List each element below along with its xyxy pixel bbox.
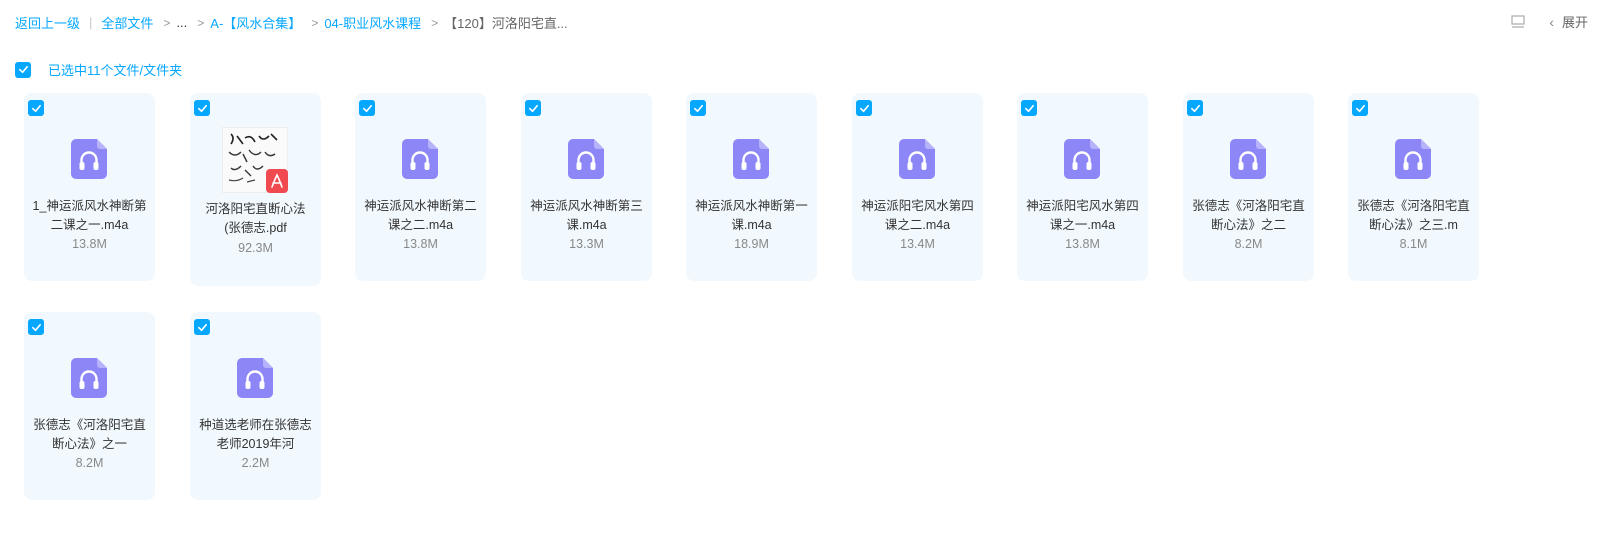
breadcrumb-folder-course[interactable]: 04-职业风水课程 xyxy=(324,13,421,32)
checkmark-icon xyxy=(859,104,869,112)
file-checkbox[interactable] xyxy=(856,100,872,116)
audio-file-icon xyxy=(71,358,107,398)
file-name[interactable]: 种道选老师在张德志老师2019年河 xyxy=(198,416,313,454)
selection-count: 已选中11个文件/文件夹 xyxy=(48,63,183,78)
file-checkbox[interactable] xyxy=(1021,100,1037,116)
file-checkbox[interactable] xyxy=(28,100,44,116)
checkmark-icon xyxy=(362,104,372,112)
audio-file-icon xyxy=(402,139,438,179)
breadcrumb-divider: | xyxy=(89,15,93,30)
file-size: 8.2M xyxy=(75,456,104,470)
pdf-icon xyxy=(266,169,288,193)
file-size: 13.8M xyxy=(1065,237,1100,251)
selection-bar: 已选中11个文件/文件夹 xyxy=(15,60,182,79)
file-card[interactable]: 张德志《河洛阳宅直断心法》之二 8.2M xyxy=(1183,93,1314,281)
file-checkbox[interactable] xyxy=(690,100,706,116)
audio-file-icon xyxy=(899,139,935,179)
file-card[interactable]: 神运派阳宅风水第四课之二.m4a 13.4M xyxy=(852,93,983,281)
file-name[interactable]: 神运派风水神断第三课.m4a xyxy=(529,197,644,235)
breadcrumb-ellipsis[interactable]: ... xyxy=(176,15,187,30)
file-name[interactable]: 神运派阳宅风水第四课之二.m4a xyxy=(860,197,975,235)
breadcrumb-arrow-icon: > xyxy=(163,15,171,30)
file-card[interactable]: 神运派风水神断第三课.m4a 13.3M xyxy=(521,93,652,281)
breadcrumb-all-files[interactable]: 全部文件 xyxy=(101,13,153,32)
file-card[interactable]: 神运派阳宅风水第四课之一.m4a 13.8M xyxy=(1017,93,1148,281)
file-name[interactable]: 神运派风水神断第一课.m4a xyxy=(694,197,809,235)
file-size: 2.2M xyxy=(241,456,270,470)
audio-file-icon xyxy=(237,358,273,398)
checkmark-icon xyxy=(693,104,703,112)
file-name[interactable]: 神运派阳宅风水第四课之一.m4a xyxy=(1025,197,1140,235)
breadcrumb-arrow-icon: > xyxy=(311,15,319,30)
audio-file-icon xyxy=(1230,139,1266,179)
checkmark-icon xyxy=(528,104,538,112)
breadcrumb-folder-fengshui[interactable]: A-【风水合集】 xyxy=(210,13,301,32)
breadcrumb-current: 【120】河洛阳宅直... xyxy=(444,16,568,31)
file-checkbox[interactable] xyxy=(359,100,375,116)
checkmark-icon xyxy=(197,104,207,112)
file-size: 92.3M xyxy=(238,241,273,255)
file-size: 13.8M xyxy=(403,237,438,251)
file-card[interactable]: 河洛阳宅直断心法(张德志.pdf 92.3M xyxy=(190,93,321,286)
file-name[interactable]: 张德志《河洛阳宅直断心法》之三.m xyxy=(1356,197,1471,235)
audio-file-icon xyxy=(1395,139,1431,179)
file-card[interactable]: 张德志《河洛阳宅直断心法》之一 8.2M xyxy=(24,312,155,500)
checkmark-icon xyxy=(197,323,207,331)
file-card[interactable]: 神运派风水神断第一课.m4a 18.9M xyxy=(686,93,817,281)
breadcrumb-arrow-icon: > xyxy=(197,15,205,30)
audio-file-icon xyxy=(1064,139,1100,179)
breadcrumb: 返回上一级 | 全部文件 > ... > A-【风水合集】 > 04-职业风水课… xyxy=(15,13,568,32)
checkmark-icon xyxy=(1190,104,1200,112)
file-name[interactable]: 神运派风水神断第二课之二.m4a xyxy=(363,197,478,235)
top-right-controls: ‹ 展开 xyxy=(1511,12,1588,31)
breadcrumb-arrow-icon: > xyxy=(431,15,439,30)
file-name[interactable]: 张德志《河洛阳宅直断心法》之二 xyxy=(1191,197,1306,235)
file-card[interactable]: 张德志《河洛阳宅直断心法》之三.m 8.1M xyxy=(1348,93,1479,281)
checkmark-icon xyxy=(1024,104,1034,112)
file-size: 13.4M xyxy=(900,237,935,251)
file-size: 18.9M xyxy=(734,237,769,251)
file-checkbox[interactable] xyxy=(194,319,210,335)
select-all-checkbox[interactable] xyxy=(15,61,31,78)
checkmark-icon xyxy=(31,323,41,331)
file-checkbox[interactable] xyxy=(1187,100,1203,116)
checkmark-icon xyxy=(31,104,41,112)
file-checkbox[interactable] xyxy=(525,100,541,116)
file-size: 13.8M xyxy=(72,237,107,251)
file-name[interactable]: 张德志《河洛阳宅直断心法》之一 xyxy=(32,416,147,454)
expand-button[interactable]: 展开 xyxy=(1562,12,1588,31)
file-checkbox[interactable] xyxy=(194,100,210,116)
audio-file-icon xyxy=(733,139,769,179)
checkmark-icon xyxy=(18,65,28,74)
file-name[interactable]: 河洛阳宅直断心法(张德志.pdf xyxy=(198,200,313,238)
chevron-left-icon[interactable]: ‹ xyxy=(1549,14,1554,30)
file-size: 8.1M xyxy=(1399,237,1428,251)
file-name[interactable]: 1_神运派风水神断第二课之一.m4a xyxy=(32,197,147,235)
file-card[interactable]: 种道选老师在张德志老师2019年河 2.2M xyxy=(190,312,321,500)
audio-file-icon xyxy=(568,139,604,179)
file-card[interactable]: 1_神运派风水神断第二课之一.m4a 13.8M xyxy=(24,93,155,281)
file-card[interactable]: 神运派风水神断第二课之二.m4a 13.8M xyxy=(355,93,486,281)
file-checkbox[interactable] xyxy=(1352,100,1368,116)
audio-file-icon xyxy=(71,139,107,179)
file-size: 13.3M xyxy=(569,237,604,251)
checkmark-icon xyxy=(1355,104,1365,112)
back-link[interactable]: 返回上一级 xyxy=(15,13,80,32)
file-size: 8.2M xyxy=(1234,237,1263,251)
top-bar: 返回上一级 | 全部文件 > ... > A-【风水合集】 > 04-职业风水课… xyxy=(0,0,1612,44)
layout-icon[interactable] xyxy=(1511,14,1525,29)
file-checkbox[interactable] xyxy=(28,319,44,335)
